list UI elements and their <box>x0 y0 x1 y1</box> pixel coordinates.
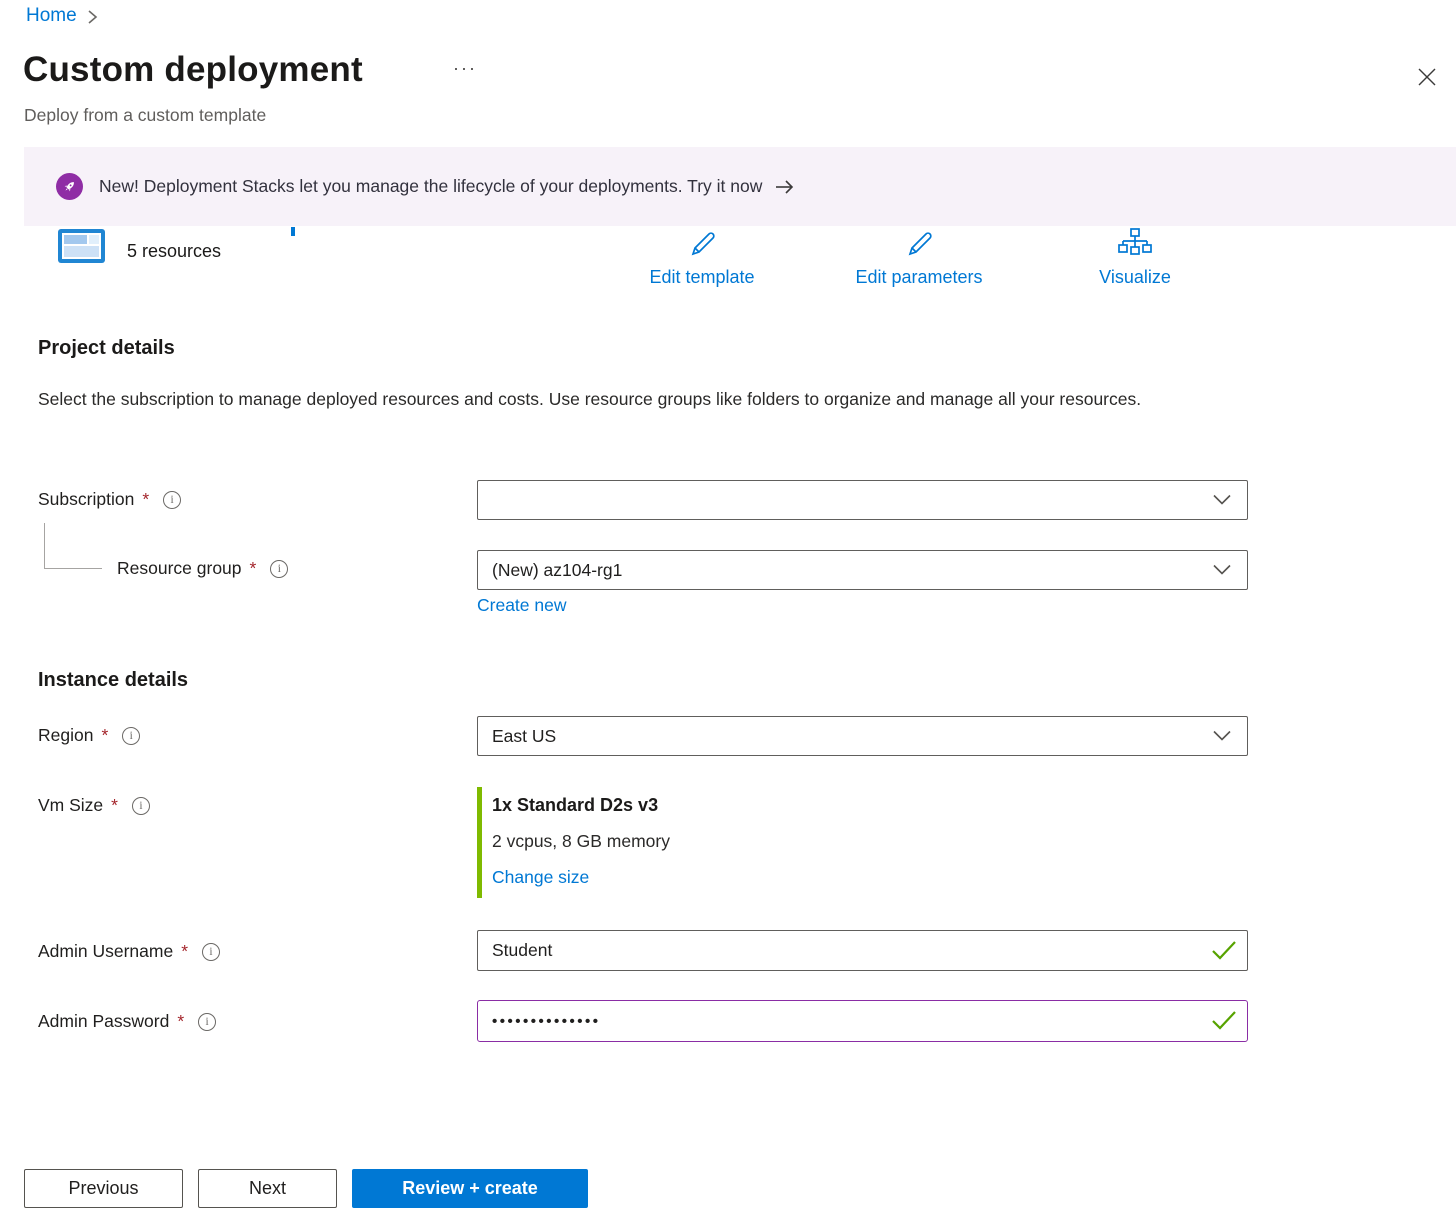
deployment-stacks-banner[interactable]: New! Deployment Stacks let you manage th… <box>24 147 1456 226</box>
page-subtitle: Deploy from a custom template <box>24 105 266 126</box>
visualize-button[interactable]: Visualize <box>1045 228 1225 288</box>
review-create-button[interactable]: Review + create <box>352 1169 588 1208</box>
create-new-link[interactable]: Create new <box>477 595 567 616</box>
visualize-label: Visualize <box>1099 267 1171 288</box>
chevron-down-icon <box>1213 731 1231 742</box>
vm-size-label: Vm Size * i <box>38 795 150 816</box>
edit-pencil-icon <box>903 228 935 261</box>
project-details-description: Select the subscription to manage deploy… <box>38 384 1193 416</box>
edit-template-button[interactable]: Edit template <box>612 228 792 288</box>
visualize-orgchart-icon <box>1118 228 1152 261</box>
edit-parameters-label: Edit parameters <box>855 267 982 288</box>
custom-deployment-page: Home Custom deployment ··· Deploy from a… <box>0 0 1456 1219</box>
edit-parameters-button[interactable]: Edit parameters <box>829 228 1009 288</box>
info-icon[interactable]: i <box>198 1013 216 1031</box>
required-asterisk: * <box>181 941 188 962</box>
required-asterisk: * <box>142 489 149 510</box>
page-title: Custom deployment <box>23 50 363 90</box>
vm-size-specs: 2 vcpus, 8 GB memory <box>492 831 670 852</box>
chevron-down-icon <box>1213 565 1231 576</box>
rocket-icon <box>56 173 83 200</box>
previous-button[interactable]: Previous <box>24 1169 183 1208</box>
resource-group-label-text: Resource group <box>117 558 242 579</box>
chevron-right-icon <box>87 9 98 25</box>
region-dropdown[interactable]: East US <box>477 716 1248 756</box>
breadcrumb-home-link[interactable]: Home <box>26 5 77 27</box>
region-value: East US <box>492 726 556 747</box>
instance-details-heading: Instance details <box>38 669 188 692</box>
context-menu-ellipsis-icon[interactable]: ··· <box>453 58 477 79</box>
info-icon[interactable]: i <box>202 943 220 961</box>
info-icon[interactable]: i <box>122 727 140 745</box>
admin-username-label: Admin Username * i <box>38 941 220 962</box>
admin-username-input[interactable] <box>477 930 1248 971</box>
info-icon[interactable]: i <box>163 491 181 509</box>
chevron-down-icon <box>1213 495 1231 506</box>
subscription-dropdown[interactable] <box>477 480 1248 520</box>
admin-password-label-text: Admin Password <box>38 1011 169 1032</box>
resource-group-label: Resource group * i <box>117 558 288 579</box>
required-asterisk: * <box>177 1011 184 1032</box>
clipped-element-artifact <box>291 227 295 236</box>
required-asterisk: * <box>101 725 108 746</box>
close-icon[interactable] <box>1412 62 1442 92</box>
required-asterisk: * <box>111 795 118 816</box>
change-size-link[interactable]: Change size <box>492 867 589 888</box>
valid-check-icon <box>1211 939 1443 961</box>
admin-username-label-text: Admin Username <box>38 941 173 962</box>
vm-size-selection: 1x Standard D2s v3 <box>492 795 658 816</box>
resource-group-value: (New) az104-rg1 <box>492 560 622 581</box>
vm-size-accent-bar <box>477 787 482 898</box>
admin-password-input[interactable] <box>477 1000 1248 1042</box>
admin-password-label: Admin Password * i <box>38 1011 216 1032</box>
info-icon[interactable]: i <box>270 560 288 578</box>
edit-template-label: Edit template <box>649 267 754 288</box>
region-label-text: Region <box>38 725 93 746</box>
edit-pencil-icon <box>686 228 718 261</box>
vm-size-label-text: Vm Size <box>38 795 103 816</box>
resources-count-label: 5 resources <box>127 241 221 262</box>
next-button[interactable]: Next <box>198 1169 337 1208</box>
subscription-label: Subscription * i <box>38 489 181 510</box>
valid-check-icon <box>1211 1009 1443 1031</box>
arrow-right-icon <box>774 179 796 195</box>
required-asterisk: * <box>250 558 257 579</box>
banner-text: New! Deployment Stacks let you manage th… <box>99 176 762 197</box>
project-details-heading: Project details <box>38 337 175 360</box>
region-label: Region * i <box>38 725 140 746</box>
info-icon[interactable]: i <box>132 797 150 815</box>
resource-group-dropdown[interactable]: (New) az104-rg1 <box>477 550 1248 590</box>
subscription-label-text: Subscription <box>38 489 134 510</box>
breadcrumb: Home <box>26 5 98 27</box>
template-icon <box>58 229 105 268</box>
subscription-resourcegroup-connector <box>44 523 102 569</box>
